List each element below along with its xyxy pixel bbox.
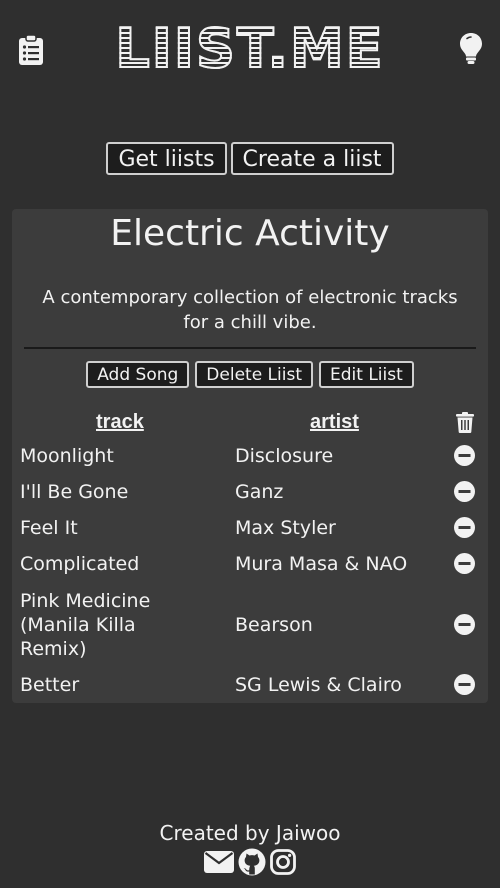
minus-circle-icon[interactable]: [454, 614, 475, 635]
track-name: Complicated: [20, 553, 140, 575]
social-links: [0, 848, 500, 876]
track-name: Pink Medicine (Manila Killa Remix): [20, 590, 151, 660]
get-liists-button[interactable]: Get liists: [106, 142, 227, 175]
add-song-button[interactable]: Add Song: [86, 361, 190, 388]
delete-liist-button[interactable]: Delete Liist: [195, 361, 313, 388]
github-icon[interactable]: [238, 848, 266, 876]
main-nav: Get liists Create a liist: [0, 142, 500, 175]
liist-description: A contemporary collection of electronic …: [42, 287, 458, 333]
credit-text: Created by Jaiwoo: [159, 821, 341, 845]
song-row: I'll Be Gone Ganz: [12, 480, 488, 504]
minus-circle-icon[interactable]: [454, 445, 475, 466]
liist-actions: Add Song Delete Liist Edit Liist: [12, 361, 488, 388]
minus-circle-icon[interactable]: [454, 674, 475, 695]
trash-icon[interactable]: [456, 412, 474, 437]
artist-name: Disclosure: [235, 445, 334, 467]
artist-name: Mura Masa & NAO: [235, 553, 408, 575]
minus-circle-icon[interactable]: [454, 481, 475, 502]
song-row: Better SG Lewis & Clairo: [12, 673, 488, 697]
liist-card: Electric Activity A contemporary collect…: [12, 209, 488, 703]
footer: Created by Jaiwoo: [0, 820, 500, 876]
header: LIIST.ME: [0, 0, 500, 100]
track-name: Feel It: [20, 517, 78, 539]
artist-name: Ganz: [235, 481, 284, 503]
track-name: Better: [20, 674, 80, 696]
envelope-icon[interactable]: [204, 851, 234, 873]
song-row: Moonlight Disclosure: [12, 444, 488, 468]
lightbulb-icon[interactable]: [460, 33, 482, 68]
song-row: Complicated Mura Masa & NAO: [12, 552, 488, 576]
divider: [24, 347, 476, 349]
track-name: Moonlight: [20, 445, 114, 467]
song-row: Pink Medicine (Manila Killa Remix) Bears…: [12, 589, 488, 661]
edit-liist-button[interactable]: Edit Liist: [319, 361, 414, 388]
minus-circle-icon[interactable]: [454, 553, 475, 574]
track-column-header[interactable]: track: [96, 411, 144, 434]
liist-title: Electric Activity: [110, 213, 390, 254]
artist-name: Bearson: [235, 614, 313, 636]
create-liist-button[interactable]: Create a liist: [230, 142, 394, 175]
artist-column-header[interactable]: artist: [310, 411, 359, 434]
minus-circle-icon[interactable]: [454, 517, 475, 538]
site-logo[interactable]: LIIST.ME: [0, 14, 500, 84]
instagram-icon[interactable]: [270, 849, 296, 875]
track-name: I'll Be Gone: [20, 481, 129, 503]
artist-name: SG Lewis & Clairo: [235, 674, 402, 696]
artist-name: Max Styler: [235, 517, 336, 539]
song-row: Feel It Max Styler: [12, 516, 488, 540]
